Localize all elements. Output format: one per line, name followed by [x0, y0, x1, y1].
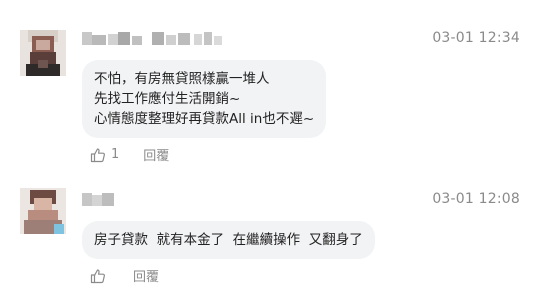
author-name-redacted[interactable]: [82, 192, 114, 206]
comment-timestamp: 03-01 12:08: [432, 191, 520, 207]
comment-text-line: 房子貸款 就有本金了 在繼續操作 又翻身了: [94, 232, 363, 248]
avatar[interactable]: [20, 30, 66, 76]
like-count: 1: [111, 147, 120, 162]
comment-bubble: 不怕，有房無貸照樣贏一堆人 先找工作應付生活開銷~ 心情態度整理好再貸款All …: [82, 60, 327, 138]
comment-actions: 回覆: [90, 266, 159, 285]
comment-text-line: 心情態度整理好再貸款All in也不遲~: [94, 111, 315, 127]
comment-item: 03-01 12:08 房子貸款 就有本金了 在繼續操作 又翻身了 回覆: [0, 170, 534, 287]
thumbs-up-icon: [90, 268, 106, 284]
comment-timestamp: 03-01 12:34: [432, 30, 520, 46]
comment-actions: 1 回覆: [90, 145, 169, 164]
comment-list: 03-01 12:34 不怕，有房無貸照樣贏一堆人 先找工作應付生活開銷~ 心情…: [0, 0, 534, 287]
comment-text-line: 不怕，有房無貸照樣贏一堆人: [94, 71, 270, 87]
thumbs-up-icon: [90, 147, 106, 163]
like-button[interactable]: 1: [90, 147, 119, 163]
comment-bubble: 房子貸款 就有本金了 在繼續操作 又翻身了: [82, 221, 375, 259]
like-button[interactable]: [90, 268, 111, 284]
avatar[interactable]: [20, 188, 66, 234]
comment-text-line: 先找工作應付生活開銷~: [94, 91, 241, 107]
reply-button[interactable]: 回覆: [133, 266, 159, 285]
author-name-redacted[interactable]: [82, 31, 232, 45]
reply-button[interactable]: 回覆: [143, 145, 169, 164]
comment-item: 03-01 12:34 不怕，有房無貸照樣贏一堆人 先找工作應付生活開銷~ 心情…: [0, 0, 534, 170]
